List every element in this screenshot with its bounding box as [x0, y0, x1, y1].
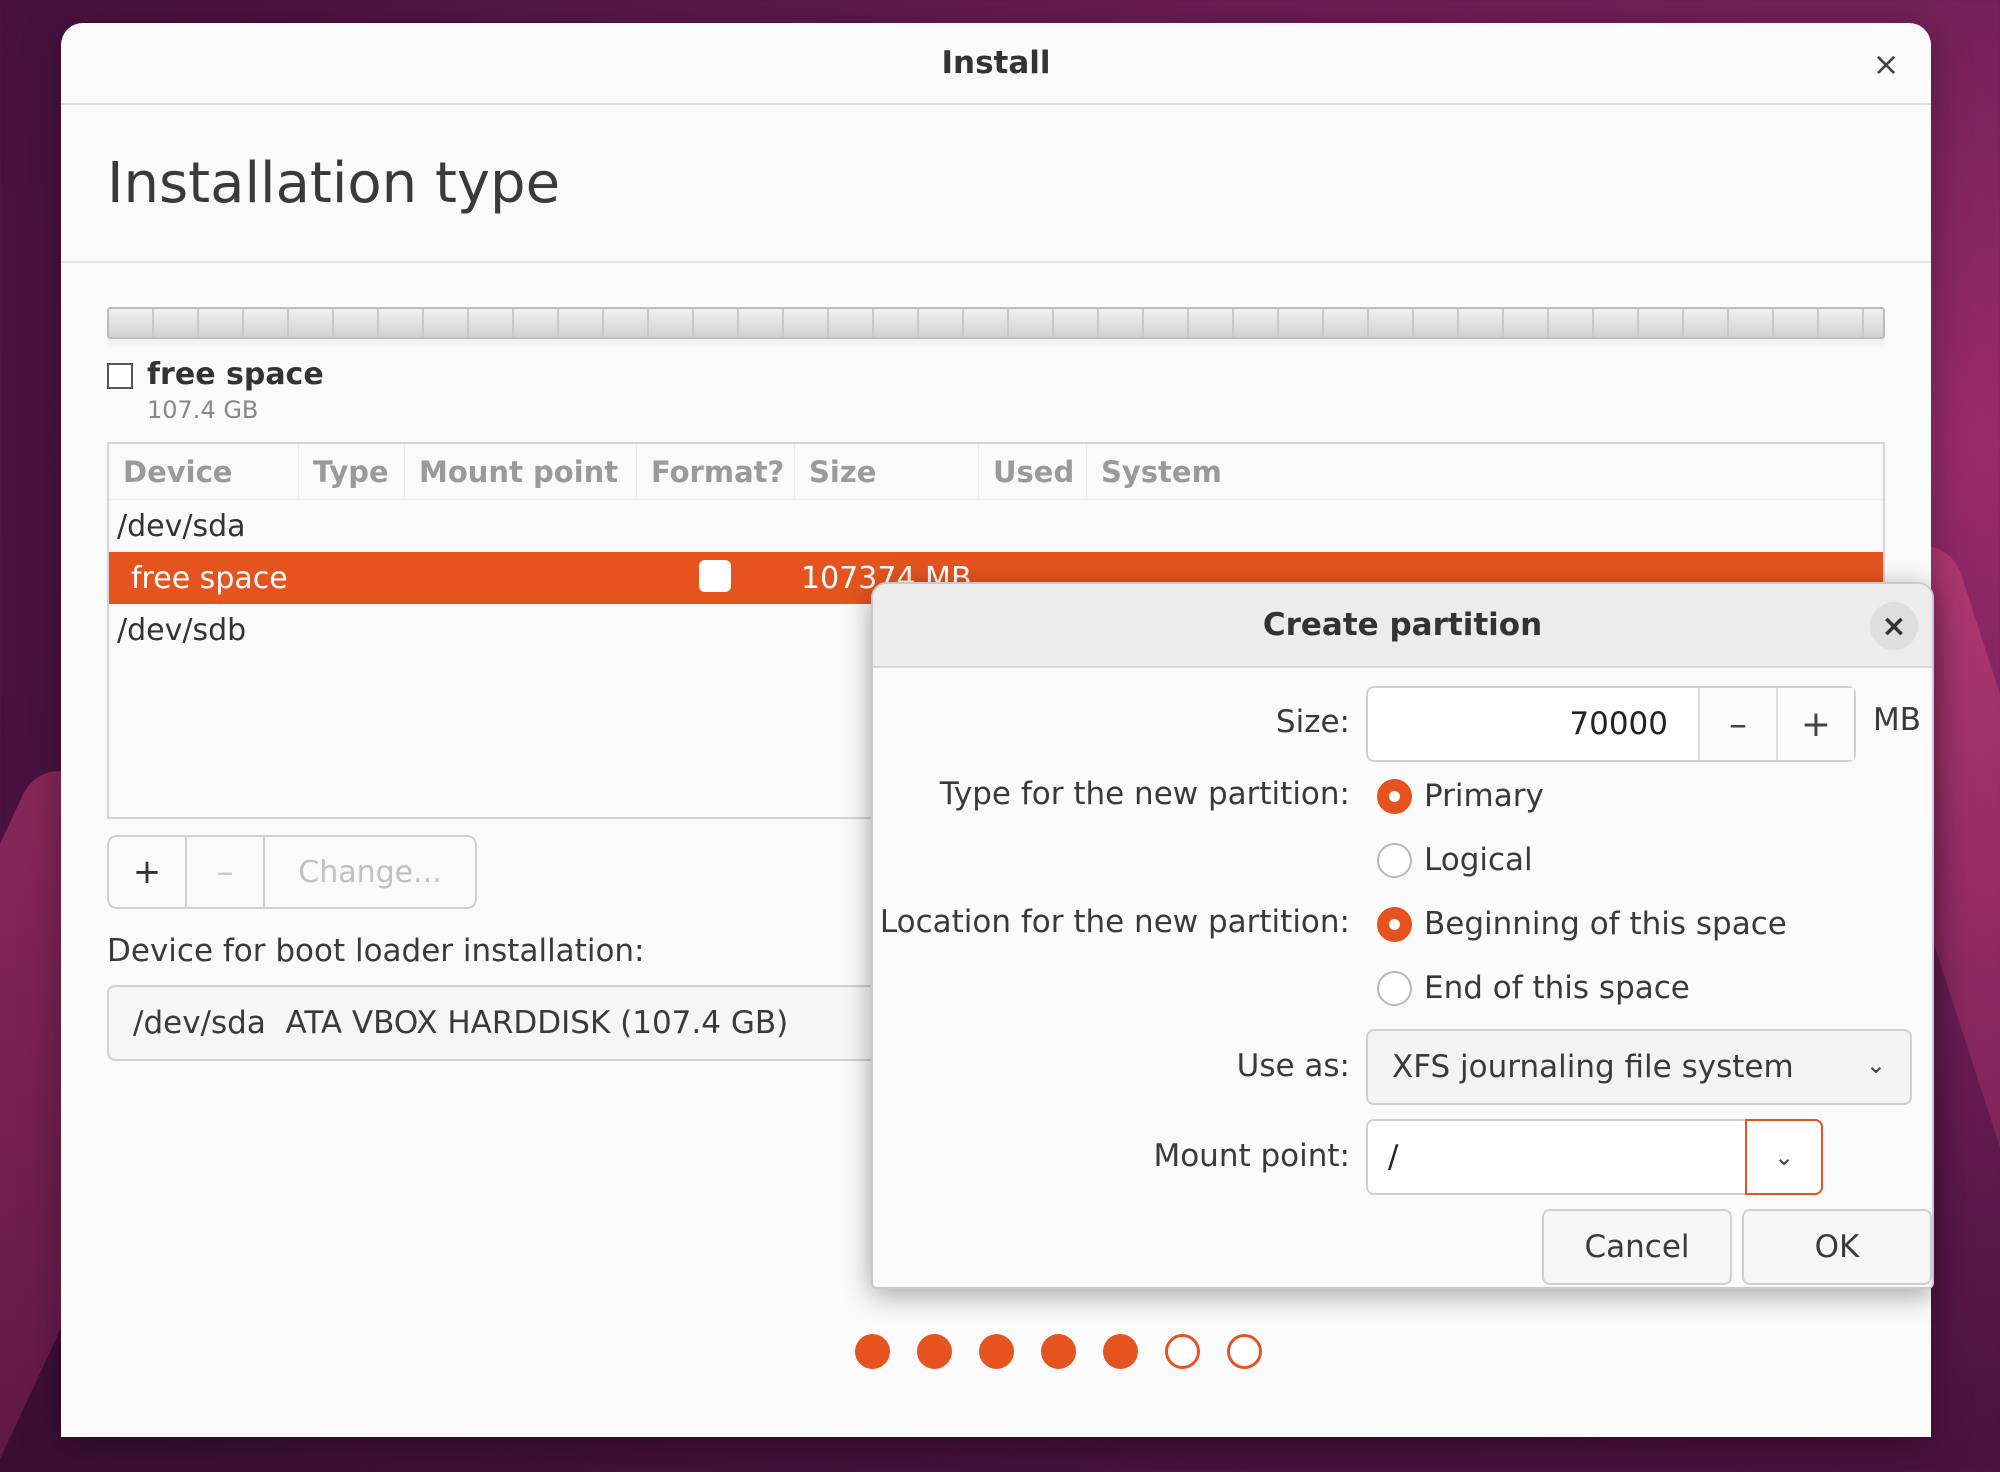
- boot-loader-value: /dev/sda ATA VBOX HARDDISK (107.4 GB): [133, 1005, 789, 1041]
- add-partition-button[interactable]: +: [109, 837, 187, 907]
- chevron-down-icon: ⌄: [1865, 1051, 1886, 1079]
- cancel-button[interactable]: Cancel: [1542, 1209, 1732, 1285]
- progress-dot-done: [917, 1334, 952, 1369]
- column-header-system[interactable]: System: [1087, 444, 1883, 499]
- column-header-format[interactable]: Format?: [637, 444, 795, 499]
- use-as-value: XFS journaling file system: [1392, 1049, 1794, 1085]
- partition-legend: free space 107.4 GB: [107, 357, 1885, 424]
- radio-label: End of this space: [1424, 970, 1690, 1006]
- size-input[interactable]: 70000: [1368, 688, 1698, 760]
- partition-location-label: Location for the new partition:: [879, 904, 1350, 940]
- mount-point-input[interactable]: /: [1368, 1121, 1745, 1193]
- column-header-mount-point[interactable]: Mount point: [405, 444, 637, 499]
- use-as-select[interactable]: XFS journaling file system ⌄: [1366, 1029, 1912, 1105]
- chevron-down-icon[interactable]: ⌄: [1745, 1119, 1823, 1195]
- ok-button[interactable]: OK: [1742, 1209, 1932, 1285]
- plus-icon[interactable]: +: [1776, 688, 1854, 760]
- size-stepper[interactable]: 70000 – +: [1366, 686, 1856, 762]
- progress-dot-done: [855, 1334, 890, 1369]
- legend-name: free space: [147, 357, 324, 392]
- change-partition-button[interactable]: Change...: [265, 837, 475, 907]
- progress-dot-pending: [1227, 1334, 1262, 1369]
- legend-swatch: [107, 363, 133, 389]
- column-header-type[interactable]: Type: [299, 444, 405, 499]
- radio-label: Beginning of this space: [1424, 906, 1787, 942]
- radio-button[interactable]: [1377, 842, 1412, 878]
- radio-button-checked[interactable]: [1377, 906, 1412, 942]
- progress-dot-done: [1103, 1334, 1138, 1369]
- dialog-titlebar: Create partition ×: [873, 584, 1932, 668]
- radio-beginning[interactable]: Beginning of this space: [1377, 906, 1787, 942]
- row-device: /dev/sda: [117, 508, 246, 544]
- radio-label: Logical: [1424, 842, 1533, 878]
- dialog-title: Create partition: [1262, 607, 1543, 643]
- table-header: Device Type Mount point Format? Size Use…: [109, 444, 1883, 500]
- partition-type-label: Type for the new partition:: [939, 776, 1350, 812]
- disk-usage-bar: [107, 307, 1885, 339]
- mount-point-label: Mount point:: [1153, 1138, 1350, 1174]
- size-unit: MB: [1873, 702, 1922, 738]
- progress-dot-done: [979, 1334, 1014, 1369]
- row-device: free space: [131, 560, 288, 596]
- radio-logical[interactable]: Logical: [1377, 842, 1533, 878]
- page-title: Installation type: [107, 150, 561, 216]
- size-label: Size:: [1275, 704, 1350, 740]
- progress-dot-pending: [1165, 1334, 1200, 1369]
- titlebar: Install ×: [61, 23, 1931, 105]
- table-row[interactable]: /dev/sda: [109, 500, 1883, 552]
- progress-dots: [855, 1334, 1262, 1369]
- progress-dot-done: [1041, 1334, 1076, 1369]
- column-header-size[interactable]: Size: [795, 444, 979, 499]
- row-device: /dev/sdb: [117, 612, 247, 648]
- minus-icon[interactable]: –: [1698, 688, 1776, 760]
- column-header-device[interactable]: Device: [109, 444, 299, 499]
- legend-size: 107.4 GB: [147, 396, 259, 424]
- mount-point-combo[interactable]: / ⌄: [1366, 1119, 1823, 1195]
- radio-button-checked[interactable]: [1377, 778, 1412, 814]
- radio-primary[interactable]: Primary: [1377, 778, 1544, 814]
- create-partition-dialog: Create partition × Size: 70000 – + MB Ty…: [871, 582, 1934, 1289]
- disk-bar-reflection: [107, 339, 1885, 349]
- column-header-used[interactable]: Used: [979, 444, 1087, 499]
- use-as-label: Use as:: [1236, 1048, 1350, 1084]
- radio-end[interactable]: End of this space: [1377, 970, 1690, 1006]
- close-icon[interactable]: ×: [1867, 45, 1905, 83]
- page-header: Installation type: [61, 105, 1931, 263]
- radio-label: Primary: [1424, 778, 1544, 814]
- partition-button-group: + – Change...: [107, 835, 477, 909]
- format-checkbox[interactable]: [699, 560, 731, 592]
- radio-button[interactable]: [1377, 970, 1412, 1006]
- close-icon[interactable]: ×: [1870, 602, 1918, 650]
- remove-partition-button[interactable]: –: [187, 837, 265, 907]
- window-title: Install: [941, 45, 1051, 81]
